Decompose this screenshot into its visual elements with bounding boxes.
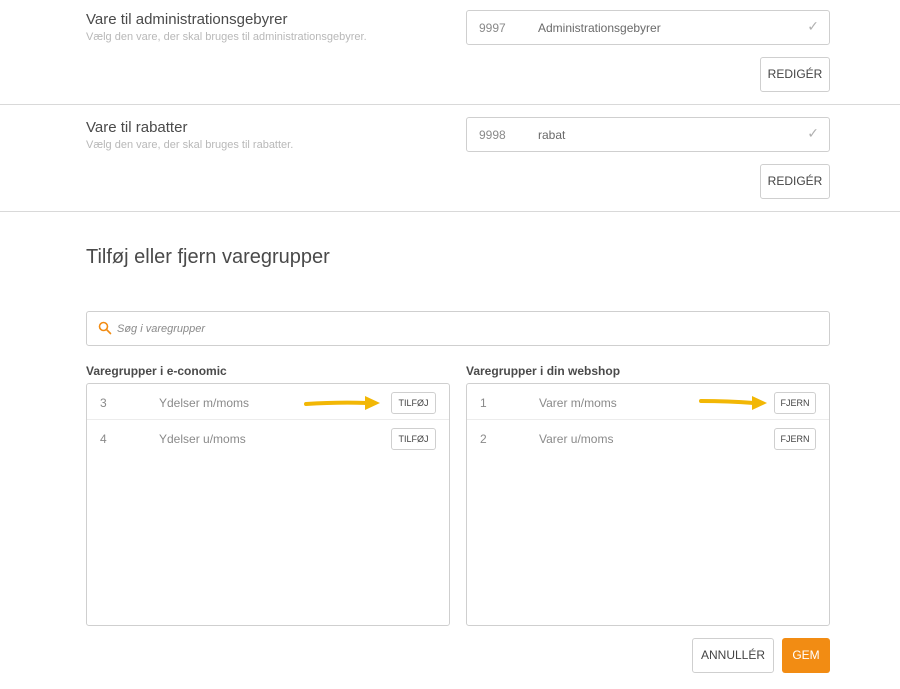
- discount-title: Vare til rabatter: [86, 119, 188, 136]
- groups-heading: Tilføj eller fjern varegrupper: [86, 246, 330, 268]
- group-number: 1: [480, 396, 487, 410]
- admin-fee-number: 9997: [479, 21, 506, 35]
- remove-group-button[interactable]: FJERN: [774, 428, 816, 450]
- search-input[interactable]: [117, 318, 817, 340]
- list-item: 3 Ydelser m/moms TILFØJ: [87, 384, 449, 420]
- discount-number: 9998: [479, 128, 506, 142]
- remove-group-button[interactable]: FJERN: [774, 392, 816, 414]
- checkmark-icon: ✓: [807, 18, 819, 34]
- group-name: Varer m/moms: [539, 396, 617, 410]
- admin-fee-description: Vælg den vare, der skal bruges til admin…: [86, 31, 367, 43]
- list-item: 1 Varer m/moms FJERN: [467, 384, 829, 420]
- group-number: 4: [100, 432, 107, 446]
- admin-fee-name: Administrationsgebyrer: [538, 21, 661, 35]
- add-group-button[interactable]: TILFØJ: [391, 392, 436, 414]
- discount-description: Vælg den vare, der skal bruges til rabat…: [86, 139, 294, 151]
- webshop-groups-label: Varegrupper i din webshop: [466, 364, 621, 378]
- discount-name: rabat: [538, 128, 566, 142]
- admin-fee-select[interactable]: 9997 Administrationsgebyrer ✓: [466, 10, 830, 45]
- checkmark-icon: ✓: [807, 125, 819, 141]
- save-button[interactable]: GEM: [782, 638, 830, 673]
- webshop-groups-list: 1 Varer m/moms FJERN 2 Varer u/moms FJER…: [466, 383, 830, 626]
- add-group-button[interactable]: TILFØJ: [391, 428, 436, 450]
- list-item: 2 Varer u/moms FJERN: [467, 420, 829, 456]
- group-search[interactable]: [86, 311, 830, 346]
- admin-fee-title: Vare til administrationsgebyrer: [86, 11, 288, 28]
- group-number: 2: [480, 432, 487, 446]
- cancel-button[interactable]: ANNULLÉR: [692, 638, 774, 673]
- discount-edit-button[interactable]: REDIGÉR: [760, 164, 830, 199]
- divider: [0, 104, 900, 105]
- group-number: 3: [100, 396, 107, 410]
- search-icon: [98, 321, 112, 335]
- admin-fee-edit-button[interactable]: REDIGÉR: [760, 57, 830, 92]
- arrow-right-icon: [304, 396, 380, 410]
- economic-groups-list: 3 Ydelser m/moms TILFØJ 4 Ydelser u/moms…: [86, 383, 450, 626]
- group-name: Varer u/moms: [539, 432, 614, 446]
- arrow-right-icon: [699, 396, 767, 410]
- group-name: Ydelser u/moms: [159, 432, 246, 446]
- group-name: Ydelser m/moms: [159, 396, 250, 410]
- economic-groups-label: Varegrupper i e-conomic: [86, 364, 227, 378]
- list-item: 4 Ydelser u/moms TILFØJ: [87, 420, 449, 456]
- divider: [0, 211, 900, 212]
- discount-select[interactable]: 9998 rabat ✓: [466, 117, 830, 152]
